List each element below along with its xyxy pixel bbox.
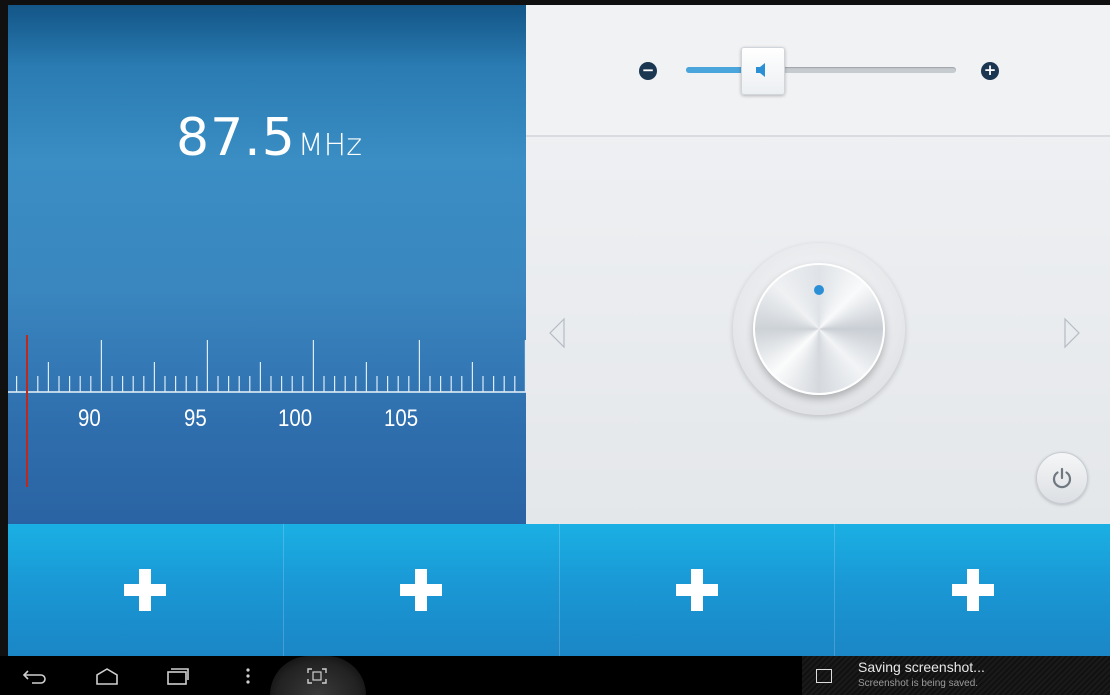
volume-down-button[interactable]: − [639,62,657,80]
speaker-icon [755,63,765,77]
preset-bar [8,524,1110,656]
screenshot-notification[interactable]: Saving screenshot... Screenshot is being… [802,656,1110,695]
scale-label-100: 100 [278,405,313,432]
recent-apps-icon[interactable] [164,666,190,686]
knob-indicator-dot [814,285,824,295]
seek-right-icon[interactable] [1063,317,1081,349]
home-icon[interactable] [94,666,120,686]
tuning-knob-ring [733,243,905,415]
power-button[interactable] [1036,452,1088,504]
system-navigation-bar: Saving screenshot... Screenshot is being… [0,656,1110,695]
control-panel: − + [526,5,1110,524]
frequency-display: 87.5MHz [176,108,362,168]
seek-left-icon[interactable] [548,317,566,349]
tuner-panel: 87.5MHz 90 95 100 105 [8,5,526,524]
frequency-unit: MHz [297,128,362,163]
preset-slot-2[interactable] [284,524,560,656]
plus-icon [675,569,718,611]
volume-slider-thumb[interactable] [740,47,785,95]
preset-slot-1[interactable] [8,524,284,656]
screenshot-icon [307,668,327,684]
notification-title: Saving screenshot... [858,659,985,675]
power-icon [1052,467,1072,489]
plus-icon [124,569,167,611]
volume-bar: − + [526,5,1110,137]
frequency-scale[interactable] [8,325,526,405]
plus-icon [951,569,994,611]
preset-slot-3[interactable] [560,524,836,656]
tuning-knob[interactable] [753,263,885,395]
menu-icon[interactable] [244,666,252,686]
volume-slider-track[interactable] [686,67,956,73]
image-icon [816,669,832,683]
back-icon[interactable] [22,666,48,686]
scale-label-90: 90 [78,405,101,432]
plus-icon [400,569,443,611]
preset-slot-4[interactable] [835,524,1110,656]
tuning-needle[interactable] [26,335,28,487]
screenshot-button[interactable] [270,656,366,695]
scale-label-105: 105 [384,405,419,432]
notification-subtitle: Screenshot is being saved. [858,678,979,689]
scale-label-95: 95 [184,405,207,432]
frequency-value: 87.5 [176,108,296,168]
volume-up-button[interactable]: + [981,62,999,80]
